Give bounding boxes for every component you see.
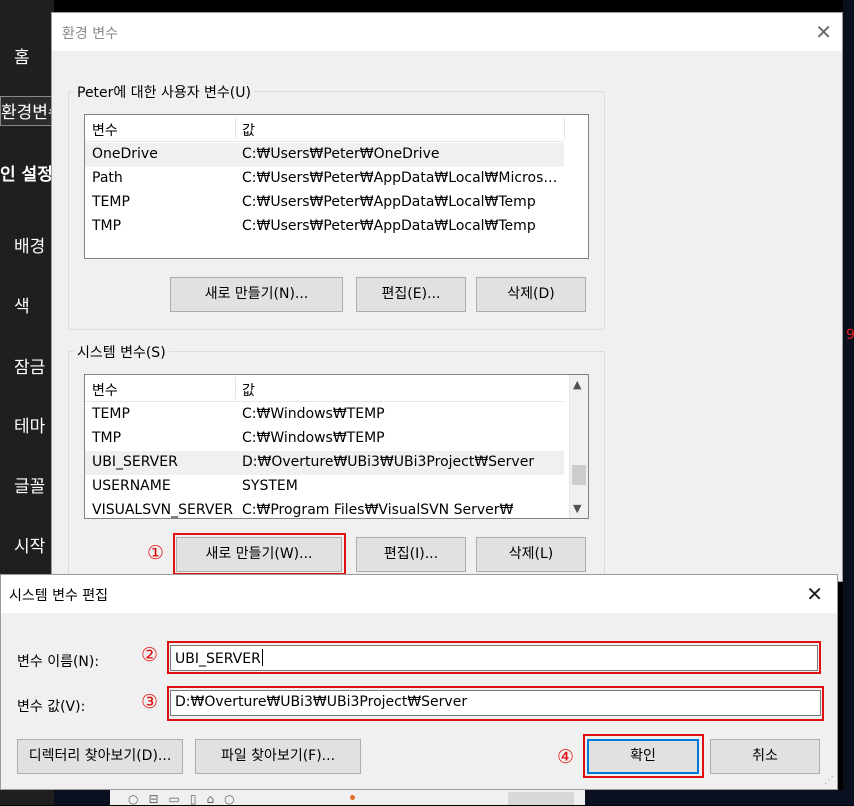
environment-variables-dialog: 환경 변수 ✕ Peter에 대한 사용자 변수(U) 변수 값 OneDriv… bbox=[51, 12, 843, 585]
variable-name-label: 변수 이름(N): bbox=[17, 654, 100, 670]
background-toolbar-icons: ○⊟▭▯⌂○ bbox=[128, 792, 245, 806]
column-divider bbox=[564, 117, 565, 139]
annotation-step1: ① bbox=[147, 542, 165, 564]
row-variable-name: VISUALSVN_SERVER bbox=[92, 502, 233, 518]
column-header-value[interactable]: 값 bbox=[242, 120, 255, 140]
column-header-variable[interactable]: 변수 bbox=[92, 380, 118, 400]
row-variable-name: TEMP bbox=[92, 194, 130, 210]
list-header: 변수 값 bbox=[85, 375, 564, 402]
row-variable-name: OneDrive bbox=[92, 146, 158, 162]
sidebar-section-personalization: 인 설정 bbox=[0, 165, 53, 185]
annotation-step4: ④ bbox=[557, 746, 575, 768]
table-row[interactable]: TMP C:₩Users₩Peter₩AppData₩Local₩Temp bbox=[85, 215, 564, 239]
table-row[interactable]: Path C:₩Users₩Peter₩AppData₩Local₩Micros… bbox=[85, 167, 564, 191]
sidebar-item-themes[interactable]: 테마 bbox=[14, 412, 45, 437]
row-variable-value: SYSTEM bbox=[242, 478, 298, 494]
dialog-titlebar: 환경 변수 ✕ bbox=[52, 13, 842, 51]
row-variable-value: C:₩Users₩Peter₩AppData₩Local₩Temp bbox=[242, 218, 536, 234]
dialog-titlebar: 시스템 변수 편집 ✕ bbox=[1, 575, 837, 613]
table-row[interactable]: TEMP C:₩Windows₩TEMP bbox=[85, 403, 564, 427]
user-new-button[interactable]: 새로 만들기(N)... bbox=[170, 277, 343, 312]
vertical-scrollbar[interactable]: ▲ ▼ bbox=[569, 375, 588, 518]
list-header: 변수 값 bbox=[85, 115, 565, 142]
system-variables-label: 시스템 변수(S) bbox=[74, 342, 169, 362]
close-icon[interactable]: ✕ bbox=[806, 582, 823, 606]
user-variables-label: Peter에 대한 사용자 변수(U) bbox=[74, 82, 254, 102]
browse-directory-button[interactable]: 디렉터리 찾아보기(D)... bbox=[17, 739, 183, 774]
system-edit-button[interactable]: 편집(I)... bbox=[356, 537, 466, 572]
annotation-step3: ③ bbox=[141, 691, 159, 713]
row-variable-value: C:₩Users₩Peter₩AppData₩Local₩Temp bbox=[242, 194, 536, 210]
background-strip-right bbox=[843, 0, 854, 805]
user-variables-list[interactable]: 변수 값 OneDrive C:₩Users₩Peter₩OneDrive Pa… bbox=[84, 114, 589, 259]
dialog-title: 시스템 변수 편집 bbox=[9, 588, 109, 604]
sidebar-item-background[interactable]: 배경 bbox=[14, 232, 45, 257]
row-variable-name: TMP bbox=[92, 218, 122, 234]
row-variable-value: C:₩Windows₩TEMP bbox=[242, 430, 385, 446]
variable-name-input[interactable]: UBI_SERVER bbox=[170, 645, 818, 671]
browse-file-button[interactable]: 파일 찾아보기(F)... bbox=[195, 739, 361, 774]
row-variable-value: C:₩Users₩Peter₩AppData₩Local₩Microsoft..… bbox=[242, 170, 560, 186]
variable-name-value: UBI_SERVER bbox=[175, 651, 261, 667]
edit-system-variable-dialog: 시스템 변수 편집 ✕ 변수 이름(N): ② UBI_SERVER 변수 값(… bbox=[0, 574, 838, 790]
cancel-button[interactable]: 취소 bbox=[710, 739, 820, 774]
row-variable-name: TMP bbox=[92, 430, 122, 446]
table-row[interactable]: USERNAME SYSTEM bbox=[85, 475, 564, 499]
resize-grip-icon[interactable]: ⋰ bbox=[824, 776, 834, 786]
sidebar-item-colors[interactable]: 색 bbox=[14, 292, 30, 317]
user-edit-button[interactable]: 편집(E)... bbox=[356, 277, 466, 312]
column-header-variable[interactable]: 변수 bbox=[92, 120, 118, 140]
row-variable-value: D:₩Overture₩UBi3₩UBi3Project₩Server bbox=[242, 454, 535, 470]
system-variables-list[interactable]: 변수 값 TEMP C:₩Windows₩TEMP TMP C:₩Windows… bbox=[84, 374, 589, 519]
column-header-value[interactable]: 값 bbox=[242, 380, 255, 400]
user-delete-button[interactable]: 삭제(D) bbox=[476, 277, 586, 312]
sidebar-item-start[interactable]: 시작 bbox=[14, 532, 45, 557]
row-variable-name: Path bbox=[92, 170, 123, 186]
table-row[interactable]: TMP C:₩Windows₩TEMP bbox=[85, 427, 564, 451]
background-tab bbox=[508, 792, 574, 805]
annotation-step2: ② bbox=[141, 644, 159, 666]
notification-dot bbox=[350, 795, 355, 800]
column-divider bbox=[235, 377, 236, 399]
sidebar-item-lockscreen[interactable]: 잠금 bbox=[14, 353, 45, 378]
text-caret bbox=[261, 649, 263, 666]
sidebar-item-fonts[interactable]: 글꼴 bbox=[14, 472, 45, 497]
column-divider bbox=[235, 117, 236, 139]
table-row[interactable]: UBI_SERVER D:₩Overture₩UBi3₩UBi3Project₩… bbox=[85, 451, 564, 475]
background-red-mark: 9 bbox=[846, 327, 854, 343]
chevron-up-icon[interactable]: ▲ bbox=[573, 378, 581, 391]
variable-value-label: 변수 값(V): bbox=[17, 699, 86, 715]
table-row[interactable]: TEMP C:₩Users₩Peter₩AppData₩Local₩Temp bbox=[85, 191, 564, 215]
dialog-title: 환경 변수 bbox=[62, 26, 118, 42]
row-variable-name: USERNAME bbox=[92, 478, 171, 494]
row-variable-value: C:₩Windows₩TEMP bbox=[242, 406, 385, 422]
system-new-button[interactable]: 새로 만들기(W)... bbox=[176, 537, 342, 572]
row-variable-value: C:₩Program Files₩VisualSVN Server₩ bbox=[242, 502, 514, 518]
row-variable-name: UBI_SERVER bbox=[92, 454, 178, 470]
sidebar-item-home[interactable]: 홈 bbox=[14, 43, 30, 68]
row-variable-name: TEMP bbox=[92, 406, 130, 422]
row-variable-value: C:₩Users₩Peter₩OneDrive bbox=[242, 146, 440, 162]
table-row[interactable]: OneDrive C:₩Users₩Peter₩OneDrive bbox=[85, 143, 564, 167]
chevron-down-icon[interactable]: ▼ bbox=[573, 502, 581, 515]
ok-button[interactable]: 확인 bbox=[587, 739, 699, 774]
table-row[interactable]: VISUALSVN_SERVER C:₩Program Files₩Visual… bbox=[85, 499, 564, 518]
sidebar-search-env[interactable]: 환경변수 bbox=[0, 96, 54, 126]
scrollbar-thumb[interactable] bbox=[572, 465, 586, 485]
system-delete-button[interactable]: 삭제(L) bbox=[476, 537, 586, 572]
variable-value-input[interactable]: D:₩Overture₩UBi3₩UBi3Project₩Server bbox=[170, 690, 821, 716]
close-icon[interactable]: ✕ bbox=[815, 20, 832, 44]
